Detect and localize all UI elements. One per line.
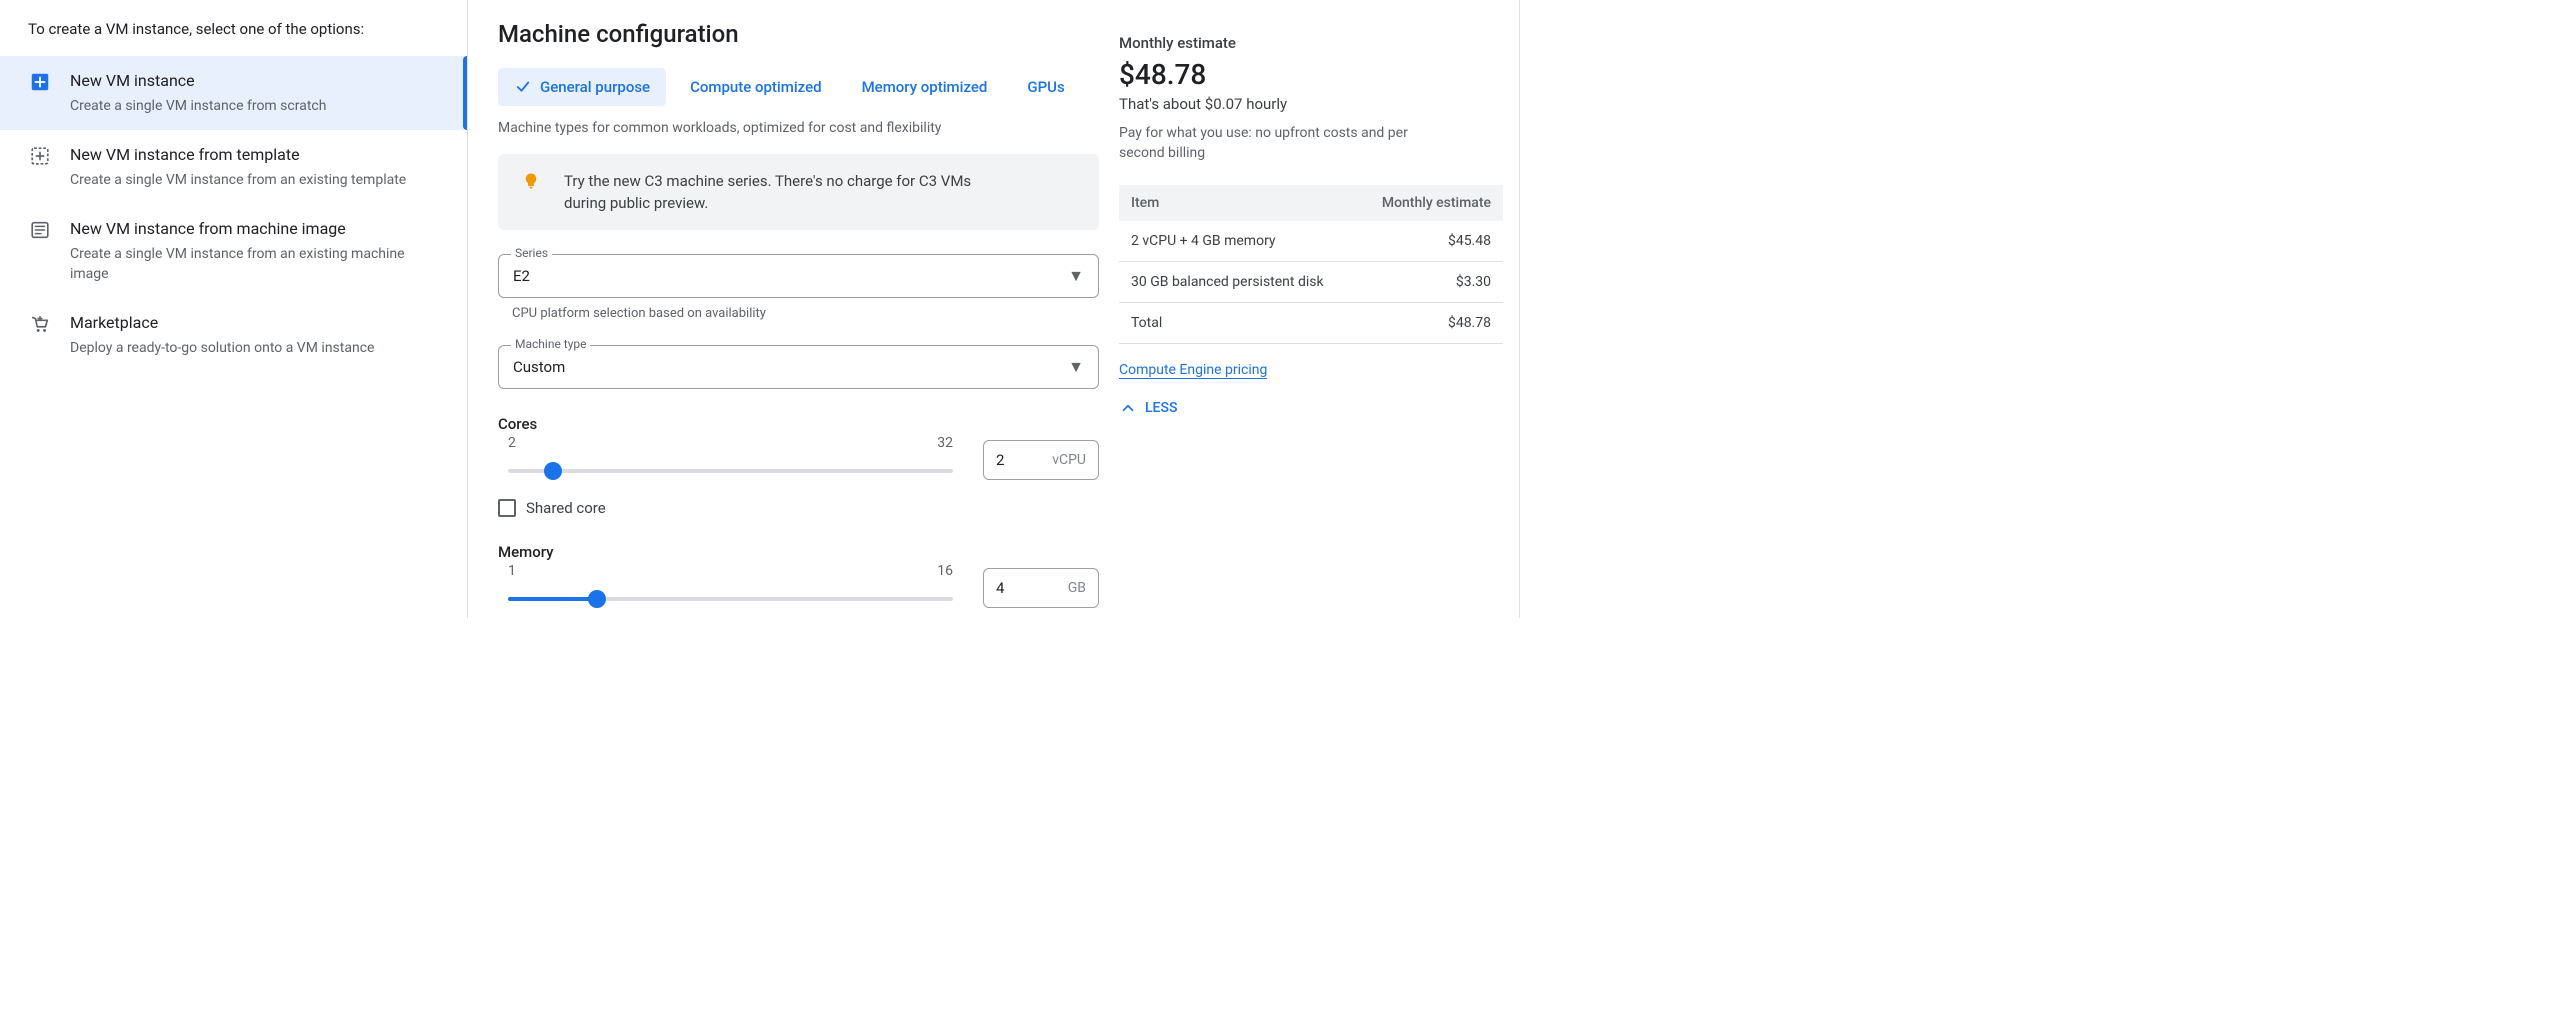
memory-input[interactable]: 4 GB (983, 568, 1099, 608)
estimate-breakdown-table: Item Monthly estimate 2 vCPU + 4 GB memo… (1119, 185, 1503, 344)
tab-label: General purpose (540, 78, 650, 96)
cores-unit: vCPU (1052, 452, 1086, 468)
tab-label: Memory optimized (862, 78, 988, 96)
lightbulb-icon (522, 172, 542, 194)
cores-max: 32 (937, 435, 953, 451)
estimate-cost: $45.48 (1357, 221, 1503, 262)
memory-max: 16 (937, 563, 953, 579)
estimate-item: Total (1119, 303, 1357, 344)
sidebar-item-desc: Deploy a ready-to-go solution onto a VM … (70, 338, 374, 358)
cores-slider-thumb[interactable] (544, 462, 562, 480)
machine-type-label: Machine type (511, 337, 590, 351)
sidebar-item-new-vm[interactable]: New VM instance Create a single VM insta… (0, 56, 467, 130)
cores-min: 2 (508, 435, 516, 451)
machine-config-panel: Machine configuration General purpose Co… (498, 16, 1119, 618)
table-row: Total $48.78 (1119, 303, 1503, 344)
series-label: Series (511, 246, 552, 260)
tab-compute-optimized[interactable]: Compute optimized (674, 68, 837, 106)
estimate-col-cost: Monthly estimate (1357, 185, 1503, 221)
estimate-cost: $3.30 (1357, 262, 1503, 303)
less-toggle-label: LESS (1145, 400, 1177, 416)
compute-engine-pricing-link[interactable]: Compute Engine pricing (1119, 362, 1267, 379)
sidebar-item-desc: Create a single VM instance from an exis… (70, 170, 406, 190)
tab-label: GPUs (1027, 78, 1064, 96)
sidebar-item-title: New VM instance from machine image (70, 218, 430, 240)
series-value: E2 (499, 255, 1098, 297)
sidebar-item-title: Marketplace (70, 312, 374, 334)
shared-core-checkbox[interactable] (498, 499, 516, 517)
series-helper: CPU platform selection based on availabi… (512, 306, 1099, 321)
memory-slider[interactable]: 1 16 (498, 565, 963, 611)
create-vm-sidebar: To create a VM instance, select one of t… (0, 0, 468, 618)
sidebar-item-marketplace[interactable]: Marketplace Deploy a ready-to-go solutio… (0, 298, 467, 372)
series-select[interactable]: Series E2 ▼ (498, 254, 1099, 298)
tab-memory-optimized[interactable]: Memory optimized (846, 68, 1004, 106)
shared-core-label: Shared core (526, 499, 606, 517)
machine-type-value: Custom (499, 346, 1098, 388)
estimate-hourly: That's about $0.07 hourly (1119, 95, 1503, 113)
tab-gpus[interactable]: GPUs (1011, 68, 1080, 106)
table-row: 2 vCPU + 4 GB memory $45.48 (1119, 221, 1503, 262)
estimate-less-toggle[interactable]: LESS (1119, 399, 1503, 417)
cores-input[interactable]: 2 vCPU (983, 440, 1099, 480)
estimate-note: Pay for what you use: no upfront costs a… (1119, 123, 1439, 163)
sidebar-intro: To create a VM instance, select one of t… (0, 20, 467, 56)
sidebar-item-title: New VM instance (70, 70, 326, 92)
cart-icon (28, 312, 52, 336)
tab-general-purpose[interactable]: General purpose (498, 68, 666, 106)
sidebar-item-machine-image[interactable]: New VM instance from machine image Creat… (0, 204, 467, 298)
estimate-cost: $48.78 (1357, 303, 1503, 344)
table-row: 30 GB balanced persistent disk $3.30 (1119, 262, 1503, 303)
machine-image-icon (28, 218, 52, 242)
estimate-item: 2 vCPU + 4 GB memory (1119, 221, 1357, 262)
monthly-estimate-panel: Monthly estimate $48.78 That's about $0.… (1119, 16, 1519, 618)
page-title: Machine configuration (498, 20, 1099, 48)
memory-unit: GB (1068, 580, 1086, 596)
estimate-heading: Monthly estimate (1119, 34, 1503, 52)
cores-label: Cores (498, 415, 1099, 433)
chevron-up-icon (1119, 399, 1137, 417)
memory-min: 1 (508, 563, 516, 579)
sidebar-item-desc: Create a single VM instance from scratch (70, 96, 326, 116)
memory-value: 4 (996, 579, 1004, 597)
template-box-icon (28, 144, 52, 168)
memory-label: Memory (498, 543, 1099, 561)
sidebar-item-title: New VM instance from template (70, 144, 406, 166)
memory-slider-thumb[interactable] (588, 590, 606, 608)
tip-text: Try the new C3 machine series. There's n… (564, 170, 994, 214)
plus-box-icon (28, 70, 52, 94)
estimate-col-item: Item (1119, 185, 1357, 221)
sidebar-item-template[interactable]: New VM instance from template Create a s… (0, 130, 467, 204)
tab-label: Compute optimized (690, 78, 821, 96)
cores-slider[interactable]: 2 32 (498, 437, 963, 483)
check-icon (514, 78, 532, 96)
estimate-item: 30 GB balanced persistent disk (1119, 262, 1357, 303)
machine-type-select[interactable]: Machine type Custom ▼ (498, 345, 1099, 389)
cores-value: 2 (996, 451, 1004, 469)
c3-tip-banner: Try the new C3 machine series. There's n… (498, 154, 1099, 230)
machine-family-tabs: General purpose Compute optimized Memory… (498, 68, 1099, 106)
estimate-price: $48.78 (1119, 58, 1503, 91)
sidebar-item-desc: Create a single VM instance from an exis… (70, 244, 430, 284)
tab-description: Machine types for common workloads, opti… (498, 120, 1099, 136)
